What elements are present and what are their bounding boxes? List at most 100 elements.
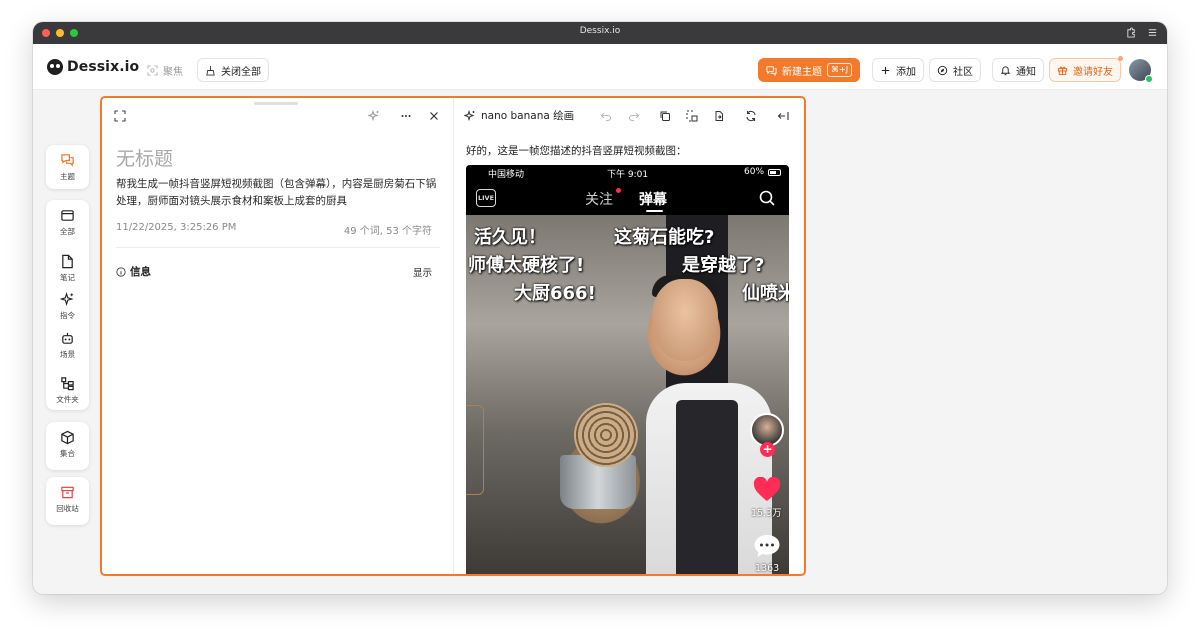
folder-tree-icon	[61, 377, 74, 391]
model-header[interactable]: nano banana 绘画	[464, 108, 574, 123]
search-icon	[758, 189, 776, 207]
follow-plus-icon: +	[760, 442, 775, 457]
focus-button[interactable]: 聚焦	[139, 58, 191, 82]
copy-icon[interactable]	[659, 110, 671, 122]
assistant-reply: 好的，这是一帧您描述的抖音竖屏短视频截图：	[466, 145, 687, 157]
sidebar-item-trash[interactable]: 回收站	[46, 485, 89, 514]
compass-icon	[937, 65, 948, 75]
new-topic-button[interactable]: 新建主题 ⌘+J	[758, 58, 861, 82]
expand-icon[interactable]	[114, 110, 126, 122]
close-all-label: 关闭全部	[221, 66, 261, 78]
danmu-comment: 仙喷米	[742, 283, 789, 304]
box-icon	[61, 210, 74, 221]
sidebar-group-content: 全部 笔记 指令 场景 文件夹	[46, 200, 89, 410]
undo-icon[interactable]	[600, 110, 612, 122]
more-icon[interactable]	[400, 110, 412, 122]
danmu-comment: 活久见！	[474, 227, 546, 248]
like-count: 15.3万	[751, 508, 782, 519]
invite-friends-button[interactable]: 邀请好友	[1049, 56, 1123, 82]
gift-icon	[1057, 66, 1068, 75]
sidebar-item-label: 集合	[60, 449, 75, 458]
video-app-bar: LIVE 关注 弹幕	[466, 181, 789, 215]
ammonite	[574, 403, 638, 467]
menu-icon[interactable]	[1147, 27, 1158, 38]
online-status-dot	[1145, 75, 1153, 83]
info-section-header[interactable]: 信息	[116, 264, 151, 279]
heart-icon	[753, 476, 781, 503]
battery-icon	[768, 169, 781, 176]
close-icon[interactable]	[428, 110, 440, 122]
tab-follow: 关注	[585, 192, 613, 208]
close-all-button[interactable]: 关闭全部	[197, 58, 269, 82]
shortcut-badge: ⌘+J	[827, 63, 853, 77]
cube-icon	[61, 430, 74, 445]
community-label: 社区	[953, 66, 973, 78]
focus-label: 聚焦	[163, 66, 183, 78]
add-button[interactable]: 添加	[872, 58, 924, 82]
sidebar-item-label: 场景	[60, 350, 75, 359]
comment-icon	[753, 533, 781, 559]
model-label: nano banana 绘画	[481, 110, 575, 122]
app-window: Dessix.io Dessix.io 聚焦 关闭全部 新建主题 ⌘+J 添加	[33, 22, 1167, 594]
info-label: 信息	[130, 266, 151, 278]
sidebar-group-collections: 集合	[46, 422, 89, 470]
drag-handle[interactable]	[254, 102, 298, 105]
note-body[interactable]: 帮我生成一帧抖音竖屏短视频截图（包含弹幕），内容是厨房菊石下锅处理，厨师面对镜头…	[116, 176, 442, 210]
new-topic-label: 新建主题	[782, 66, 822, 78]
sidebar-item-label: 文件夹	[56, 395, 79, 404]
document-icon	[62, 254, 73, 269]
chat-bubbles-icon	[61, 154, 74, 167]
danmu-comment: 师傅太硬核了!	[468, 255, 585, 276]
new-chat-icon	[766, 65, 777, 76]
sidebar-item-folders[interactable]: 文件夹	[46, 376, 89, 405]
refresh-icon[interactable]	[745, 110, 757, 122]
logo-icon	[47, 59, 63, 75]
show-info-button[interactable]: 显示	[413, 265, 432, 279]
notify-label: 通知	[1016, 66, 1036, 78]
invite-label: 邀请好友	[1073, 66, 1113, 78]
live-icon: LIVE	[476, 189, 496, 207]
sidebar-item-commands[interactable]: 指令	[46, 292, 89, 321]
note-title[interactable]: 无标题	[116, 144, 173, 171]
danmu-comment: 这菊石能吃?	[614, 227, 715, 248]
generated-image[interactable]: 中国移动 下午 9:01 60% LIVE 关注 弹幕 活久见！ 这菊石能吃? …	[466, 165, 789, 574]
topic-panel: 无标题 帮我生成一帧抖音竖屏短视频截图（包含弹幕），内容是厨房菊石下锅处理，厨师…	[100, 96, 806, 576]
tab-indicator	[646, 210, 663, 212]
trash-box-icon	[61, 486, 74, 499]
collapse-panel-icon[interactable]	[777, 110, 789, 122]
chef-head	[652, 279, 718, 361]
bell-icon	[1000, 65, 1011, 75]
sidebar-item-label: 全部	[60, 227, 75, 236]
add-label: 添加	[896, 66, 916, 78]
danmu-comment: 是穿越了?	[682, 255, 765, 276]
sidebar-item-label: 回收站	[56, 504, 79, 513]
sparkle-icon	[464, 109, 475, 121]
notify-button[interactable]: 通知	[992, 58, 1044, 82]
export-icon[interactable]	[713, 110, 725, 122]
divider	[116, 247, 440, 248]
note-date: 11/22/2025, 3:25:26 PM	[116, 222, 237, 233]
notification-dot	[1118, 56, 1123, 61]
time-label: 下午 9:01	[607, 170, 649, 180]
danmu-comment: 大厨666!	[514, 283, 596, 304]
sidebar-item-scenes[interactable]: 场景	[46, 331, 89, 360]
chef-apron	[676, 400, 738, 574]
robot-icon	[62, 332, 73, 344]
select-area-icon[interactable]	[686, 110, 698, 122]
sidebar-group-trash: 回收站	[46, 477, 89, 525]
carrier-label: 中国移动	[488, 170, 525, 180]
video-edge	[466, 405, 484, 495]
extension-icon[interactable]	[1126, 27, 1137, 38]
word-count: 49 个词, 53 个字符	[343, 226, 432, 237]
panel-divider[interactable]	[453, 98, 454, 574]
info-icon	[116, 266, 126, 277]
tab-danmu: 弹幕	[639, 192, 667, 208]
redo-icon[interactable]	[628, 110, 640, 122]
logo[interactable]: Dessix.io	[47, 59, 139, 75]
sidebar-item-all[interactable]: 全部	[46, 208, 89, 237]
sidebar-item-notes[interactable]: 笔记	[46, 254, 89, 283]
community-button[interactable]: 社区	[929, 58, 981, 82]
sidebar-item-topics[interactable]: 主题	[46, 153, 89, 182]
ai-sparkle-icon[interactable]	[368, 110, 380, 122]
sidebar-item-collections[interactable]: 集合	[46, 430, 89, 459]
